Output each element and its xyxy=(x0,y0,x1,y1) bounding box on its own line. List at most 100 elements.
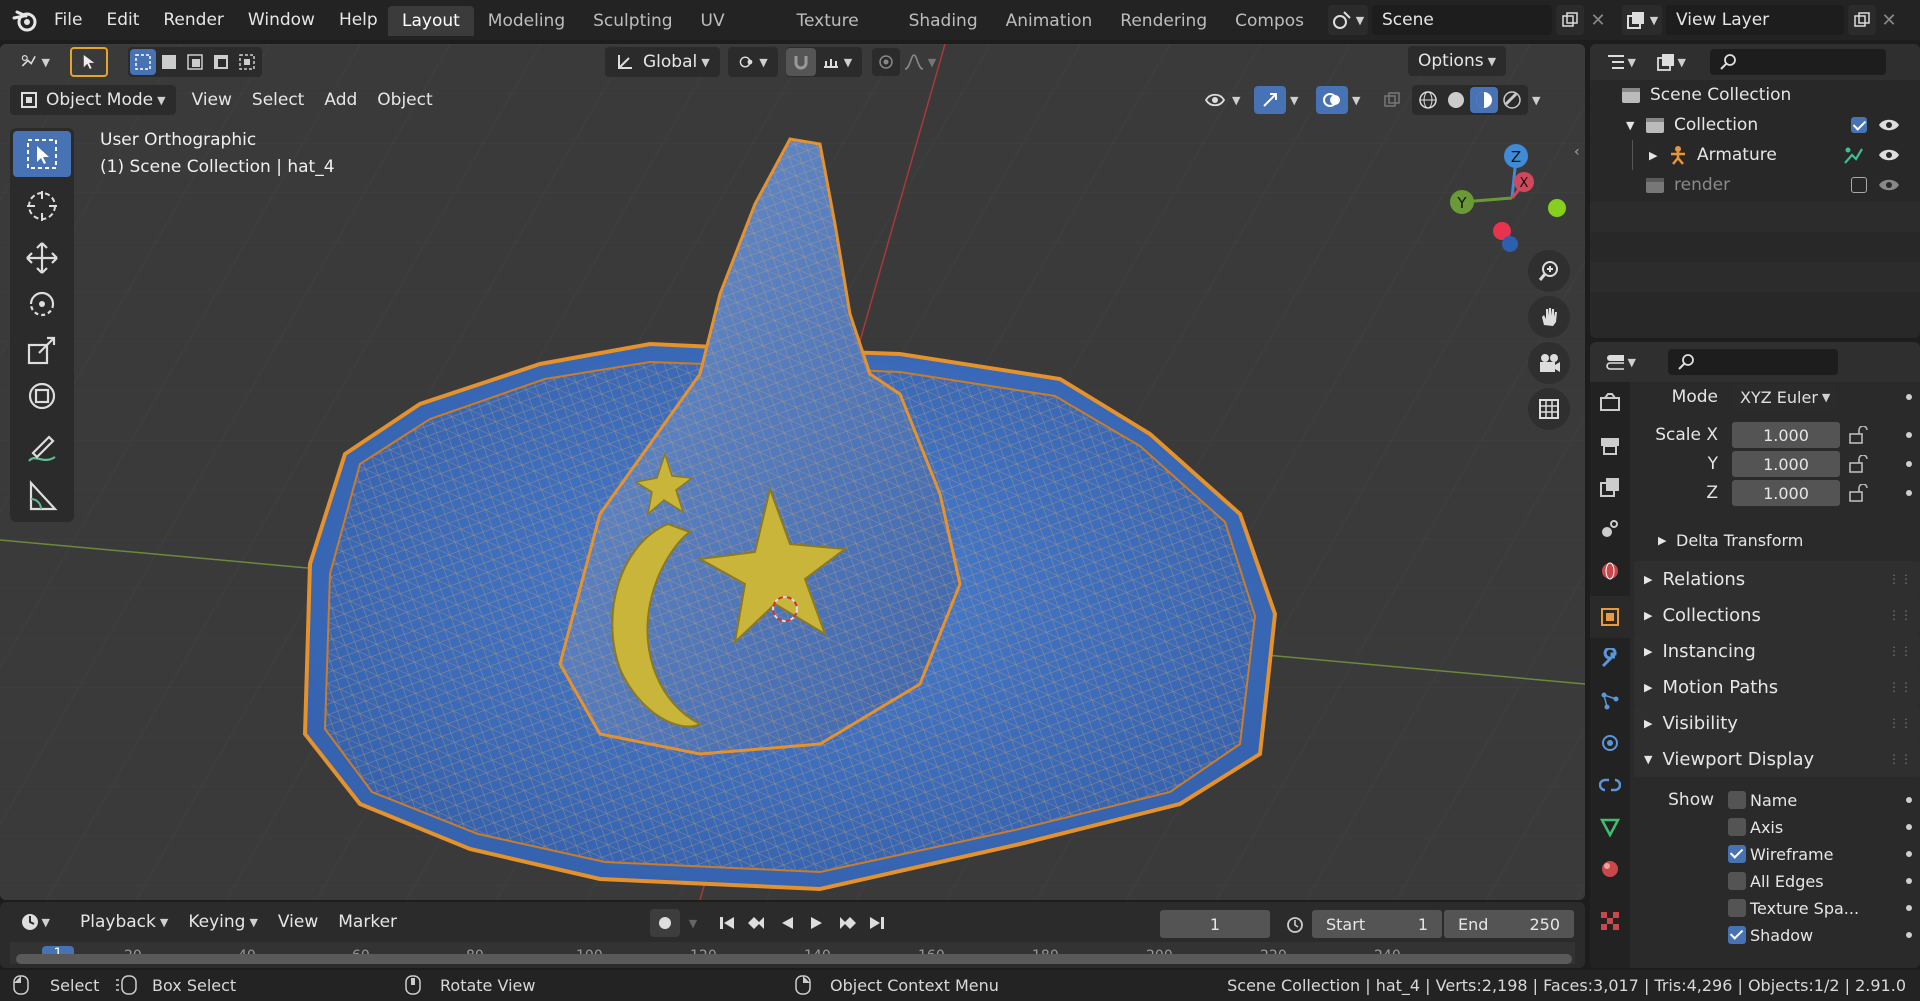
material-preview-icon[interactable] xyxy=(1470,87,1498,113)
copy-view-layer-icon[interactable] xyxy=(1848,5,1876,35)
blender-logo-icon[interactable] xyxy=(12,8,38,37)
scale-tool-icon[interactable] xyxy=(13,327,71,373)
view-layer-name-field[interactable]: View Layer xyxy=(1666,5,1844,35)
3d-viewport[interactable]: ▼ Global ▼ ▼ ▼ ▼ Options ▼ Object Mode ▼… xyxy=(0,44,1585,900)
collections-panel[interactable]: ▶ Collections ⋮⋮ xyxy=(1634,597,1920,633)
tab-texture-paint[interactable]: Texture Paint xyxy=(783,6,895,36)
show-axis-checkbox[interactable] xyxy=(1728,818,1746,836)
xray-toggle-icon[interactable] xyxy=(1378,86,1406,114)
jump-start-icon[interactable] xyxy=(712,909,742,937)
show-shadow-checkbox[interactable] xyxy=(1728,926,1746,944)
menu-object[interactable]: Object xyxy=(367,85,442,115)
hand-pan-icon[interactable] xyxy=(1528,296,1570,338)
next-keyframe-icon[interactable] xyxy=(832,909,862,937)
menu-view[interactable]: View xyxy=(182,85,242,115)
show-name-checkbox[interactable] xyxy=(1728,791,1746,809)
gizmo-neg-y[interactable] xyxy=(1548,199,1566,217)
visibility-dropdown[interactable]: ▼ xyxy=(1200,85,1248,115)
close-scene-icon[interactable]: ✕ xyxy=(1584,5,1612,35)
visibility-panel[interactable]: ▶ Visibility ⋮⋮ xyxy=(1634,705,1920,741)
properties-editor-type[interactable]: ▼ xyxy=(1596,347,1646,377)
world-tab-icon[interactable] xyxy=(1590,550,1630,592)
drag-handle-icon[interactable]: ⋮⋮ xyxy=(1888,608,1912,622)
texture-tab-icon[interactable] xyxy=(1590,900,1630,942)
wireframe-shading-icon[interactable] xyxy=(1414,87,1442,113)
menu-edit[interactable]: Edit xyxy=(94,0,151,40)
select-tool-indicator[interactable] xyxy=(70,47,108,77)
measure-tool-icon[interactable] xyxy=(13,473,71,519)
start-frame-field[interactable]: Start 1 xyxy=(1312,910,1442,938)
menu-window[interactable]: Window xyxy=(236,0,327,40)
show-all-edges-checkbox[interactable] xyxy=(1728,872,1746,890)
current-frame-field[interactable]: 1 xyxy=(1160,910,1270,938)
rotation-mode-dropdown[interactable]: XYZ Euler ▼ xyxy=(1732,384,1839,410)
record-icon[interactable] xyxy=(650,909,680,937)
tab-animation[interactable]: Animation xyxy=(992,6,1107,36)
select-intersect-icon[interactable] xyxy=(234,49,260,75)
scale-x-field[interactable]: 1.000 xyxy=(1732,422,1840,448)
drag-handle-icon[interactable]: ⋮⋮ xyxy=(1888,680,1912,694)
keyframe-dot[interactable] xyxy=(1906,490,1912,496)
keyframe-dropdown[interactable]: ▼ xyxy=(680,909,702,937)
keyframe-dot[interactable] xyxy=(1906,432,1912,438)
scene-tab-icon[interactable] xyxy=(1590,508,1630,550)
outliner-collection[interactable]: ▼ Collection xyxy=(1620,110,1920,140)
close-view-layer-icon[interactable]: ✕ xyxy=(1876,5,1902,35)
zoom-icon[interactable] xyxy=(1528,250,1570,292)
collection-exclude-checkbox[interactable] xyxy=(1851,177,1867,193)
cursor-tool-icon[interactable] xyxy=(13,183,71,229)
object-tab-icon[interactable] xyxy=(1590,596,1630,638)
eye-icon[interactable] xyxy=(1878,116,1900,134)
modifier-tab-icon[interactable] xyxy=(1590,638,1630,680)
delta-transform-subpanel[interactable]: ▶ Delta Transform xyxy=(1634,525,1920,555)
mode-dropdown[interactable]: Object Mode ▼ xyxy=(10,85,176,115)
keyframe-dot[interactable] xyxy=(1906,824,1912,830)
armature-data-icon[interactable] xyxy=(1842,144,1864,166)
jump-end-icon[interactable] xyxy=(862,909,892,937)
transform-orientation-dropdown[interactable]: Global ▼ xyxy=(605,47,720,77)
display-mode-dropdown[interactable]: ▼ xyxy=(1646,47,1696,77)
keyframe-dot[interactable] xyxy=(1906,878,1912,884)
end-frame-field[interactable]: End 250 xyxy=(1444,910,1574,938)
play-icon[interactable] xyxy=(802,909,832,937)
menu-file[interactable]: File xyxy=(42,0,94,40)
select-new-icon[interactable] xyxy=(130,49,156,75)
menu-help[interactable]: Help xyxy=(327,0,390,40)
options-dropdown[interactable]: Options ▼ xyxy=(1408,46,1507,76)
prev-keyframe-icon[interactable] xyxy=(742,909,772,937)
tab-shading[interactable]: Shading xyxy=(895,6,992,36)
tab-rendering[interactable]: Rendering xyxy=(1106,6,1221,36)
keyframe-dot[interactable] xyxy=(1906,932,1912,938)
timeline-editor-type[interactable]: ▼ xyxy=(10,907,60,937)
scene-name-field[interactable]: Scene xyxy=(1372,5,1552,35)
move-tool-icon[interactable] xyxy=(13,235,71,281)
material-tab-icon[interactable] xyxy=(1590,848,1630,890)
gizmo-toggle-icon[interactable] xyxy=(1254,86,1286,114)
outliner-armature[interactable]: ▶ Armature xyxy=(1620,140,1920,170)
unlock-icon[interactable] xyxy=(1848,426,1868,444)
gizmo-neg-z[interactable] xyxy=(1502,236,1518,252)
output-tab-icon[interactable] xyxy=(1590,424,1630,466)
eye-icon[interactable] xyxy=(1878,146,1900,164)
overlays-dropdown[interactable]: ▼ xyxy=(1348,85,1372,115)
select-extend-icon[interactable] xyxy=(156,49,182,75)
instancing-panel[interactable]: ▶ Instancing ⋮⋮ xyxy=(1634,633,1920,669)
keying-menu[interactable]: Keying ▼ xyxy=(178,907,268,937)
expand-arrow-icon[interactable]: ▶ xyxy=(1649,149,1667,162)
show-texture-space-checkbox[interactable] xyxy=(1728,899,1746,917)
data-tab-icon[interactable] xyxy=(1590,806,1630,848)
scale-z-field[interactable]: 1.000 xyxy=(1732,480,1840,506)
view-layer-tab-icon[interactable] xyxy=(1590,466,1630,508)
drag-handle-icon[interactable]: ⋮⋮ xyxy=(1888,752,1912,766)
marker-menu[interactable]: Marker xyxy=(328,907,407,937)
sidebar-toggle-icon[interactable]: ‹ xyxy=(1574,144,1580,160)
falloff-dropdown[interactable]: ▼ xyxy=(900,47,942,77)
expand-arrow-icon[interactable]: ▼ xyxy=(1626,119,1644,132)
outliner-search-input[interactable] xyxy=(1710,49,1886,75)
eye-icon[interactable] xyxy=(1878,176,1900,194)
particles-tab-icon[interactable] xyxy=(1590,680,1630,722)
tab-layout[interactable]: Layout xyxy=(388,6,474,36)
solid-shading-icon[interactable] xyxy=(1442,87,1470,113)
transform-tool-icon[interactable] xyxy=(13,373,71,419)
copy-scene-icon[interactable] xyxy=(1556,5,1584,35)
